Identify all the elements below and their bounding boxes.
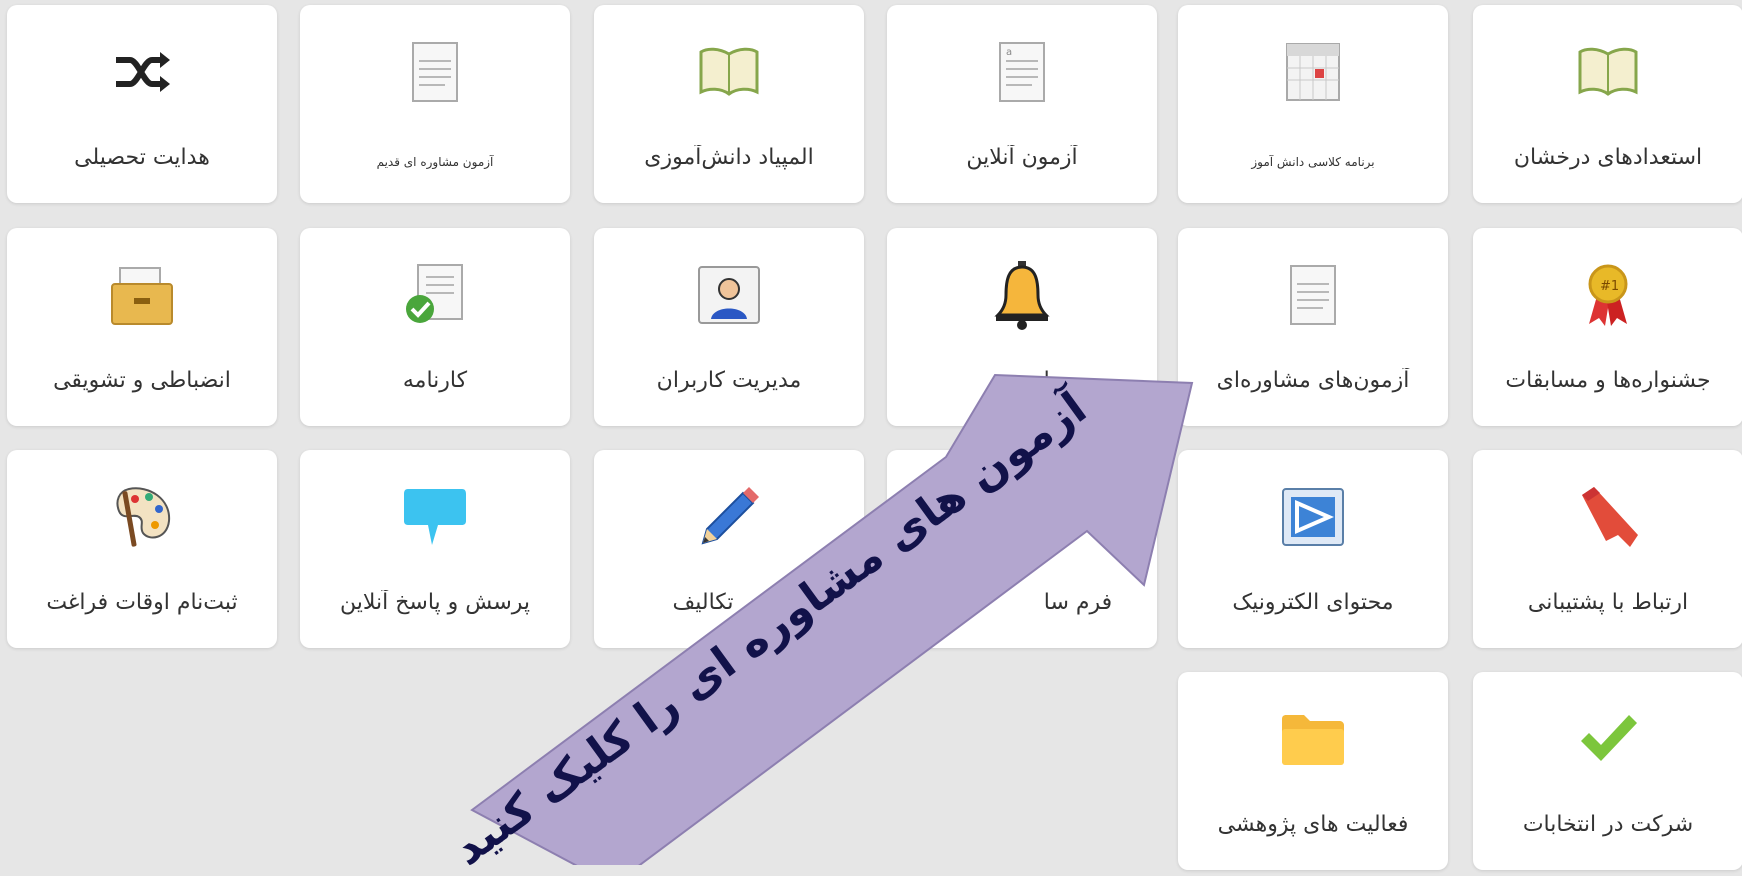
tile-label: آزمون‌های مشاوره‌ای <box>1216 368 1410 393</box>
drawer-icon <box>105 258 179 332</box>
document-icon: a <box>985 35 1059 109</box>
tile-label: شرکت در انتخابات <box>1522 812 1694 837</box>
tile-counseling-exams[interactable]: آزمون‌های مشاوره‌ای <box>1178 228 1448 426</box>
tile-label: پرسش و پاسخ آنلاین <box>339 590 531 615</box>
tile-label: المپیاد دانش‌آموزی <box>644 145 814 170</box>
checkmark-icon <box>1571 702 1645 776</box>
tile-label: ماد <box>1033 368 1063 393</box>
folder-icon <box>1276 702 1350 776</box>
tile-festivals[interactable]: #1 جشنواره‌ها و مسابقات <box>1473 228 1742 426</box>
book-icon <box>692 35 766 109</box>
tile-label: برنامه کلاسی دانش آموز <box>1251 155 1375 169</box>
tile-form[interactable]: فرم سا <box>887 450 1157 648</box>
document-icon <box>398 35 472 109</box>
tile-label: استعدادهای درخشان <box>1513 145 1703 170</box>
bookmark-icon <box>1571 480 1645 554</box>
document-icon <box>1276 258 1350 332</box>
tile-notifications[interactable]: ماد <box>887 228 1157 426</box>
shuffle-icon <box>105 35 179 109</box>
tile-user-management[interactable]: مدیریت کاربران <box>594 228 864 426</box>
tile-report-card[interactable]: کارنامه <box>300 228 570 426</box>
tile-label: کارنامه <box>402 368 468 393</box>
tile-electronic-content[interactable]: محتوای الکترونیک <box>1178 450 1448 648</box>
bell-icon <box>985 258 1059 332</box>
tile-label: فعالیت های پژوهشی <box>1217 812 1409 837</box>
report-check-icon <box>398 258 472 332</box>
tile-label: مدیریت کاربران <box>656 368 802 393</box>
tile-gifted-talents[interactable]: استعدادهای درخشان <box>1473 5 1742 203</box>
tile-academic-guidance[interactable]: هدایت تحصیلی <box>7 5 277 203</box>
tile-disciplinary[interactable]: انضباطی و تشویقی <box>7 228 277 426</box>
book-icon <box>1571 35 1645 109</box>
pencil-icon <box>692 480 766 554</box>
tile-label: محتوای الکترونیک <box>1232 590 1394 615</box>
palette-icon <box>105 480 179 554</box>
chat-bubble-icon <box>398 480 472 554</box>
screen-icon <box>1276 480 1350 554</box>
tile-support[interactable]: ارتباط با پشتیبانی <box>1473 450 1742 648</box>
calendar-icon <box>1276 35 1350 109</box>
tile-label: آزمون مشاوره ای قدیم <box>376 155 494 169</box>
tile-elections[interactable]: شرکت در انتخابات <box>1473 672 1742 870</box>
tile-class-schedule[interactable]: برنامه کلاسی دانش آموز <box>1178 5 1448 203</box>
award-ribbon-icon: #1 <box>1571 258 1645 332</box>
app-grid: استعدادهای درخشان برنامه کلاسی دانش آموز… <box>0 0 1742 870</box>
tile-research[interactable]: فعالیت های پژوهشی <box>1178 672 1448 870</box>
tile-label: ثبت‌نام اوقات فراغت <box>46 590 238 615</box>
svg-text:a: a <box>1006 47 1012 58</box>
tile-label: آزمون آنلاین <box>966 145 1078 170</box>
tile-leisure-registration[interactable]: ثبت‌نام اوقات فراغت <box>7 450 277 648</box>
tile-label: هدایت تحصیلی <box>74 145 210 170</box>
tile-label: انضباطی و تشویقی <box>53 368 231 393</box>
tile-online-qa[interactable]: پرسش و پاسخ آنلاین <box>300 450 570 648</box>
tile-label: ارتباط با پشتیبانی <box>1527 590 1689 615</box>
tile-label: جشنواره‌ها و مسابقات <box>1505 368 1711 393</box>
tile-label: فرم سا <box>1043 590 1113 615</box>
tile-online-exam[interactable]: a آزمون آنلاین <box>887 5 1157 203</box>
tile-olympiad[interactable]: المپیاد دانش‌آموزی <box>594 5 864 203</box>
tile-old-counseling-exam[interactable]: آزمون مشاوره ای قدیم <box>300 5 570 203</box>
svg-text:#1: #1 <box>1600 279 1619 294</box>
user-card-icon <box>692 258 766 332</box>
